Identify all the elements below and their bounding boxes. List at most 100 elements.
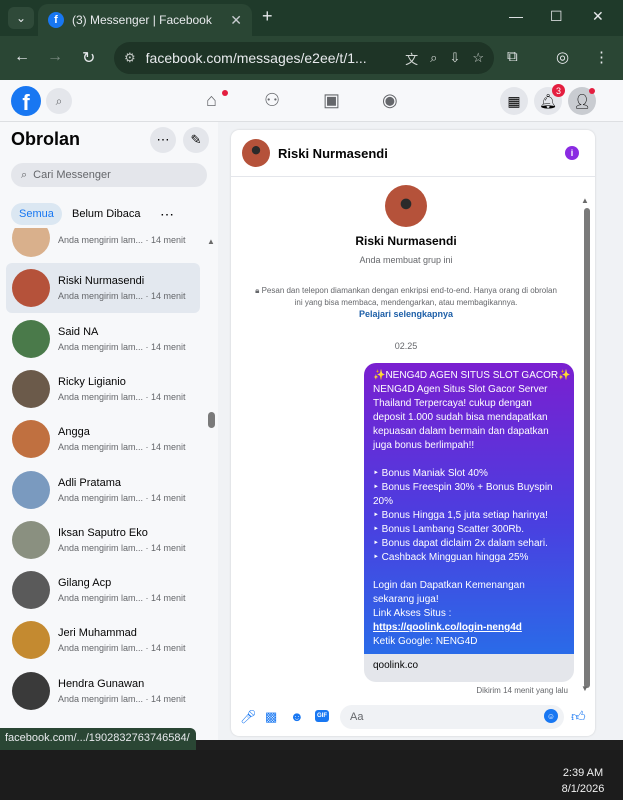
chat-list-item[interactable]: Angga Anda mengirim lam... · 14 menit	[6, 414, 200, 464]
zoom-icon[interactable]: ⌕	[430, 50, 437, 66]
chat-name: Hendra Gunawan	[58, 677, 145, 690]
filter-all[interactable]: Semua	[11, 203, 62, 225]
sticker-icon[interactable]: ☻	[290, 709, 304, 724]
video-icon[interactable]: ▣	[323, 90, 340, 111]
browser-menu-icon[interactable]: ⋮	[594, 48, 609, 66]
filter-unread[interactable]: Belum Dibaca	[64, 203, 148, 225]
message-line: deposit 1.000 sudah bisa mendapatkan	[373, 412, 548, 423]
new-tab-button[interactable]: +	[262, 6, 273, 27]
link-preview[interactable]: qoolink.co	[364, 654, 574, 682]
message-line: kepuasan dalam bermain dan dapatkan	[373, 426, 549, 437]
chat-list-item[interactable]: Gilang Acp Anda mengirim lam... · 14 meni…	[6, 565, 200, 615]
address-bar[interactable]: ⚙ facebook.com/messages/e2ee/t/1... 文 ⌕ …	[114, 42, 494, 74]
message-line: ‣ Bonus Maniak Slot 40%	[373, 468, 488, 479]
chat-list-item[interactable]: Anda mengirim lam... · 14 menit	[6, 228, 200, 263]
like-thumb-icon[interactable]: 👍︎	[571, 708, 586, 725]
chat-preview: Anda mengirim lam... · 14 menit	[58, 341, 186, 352]
gif-icon[interactable]: GIF	[315, 710, 329, 722]
conversation-name[interactable]: Riski Nurmasendi	[278, 146, 388, 161]
reload-icon[interactable]: ↻	[82, 48, 95, 68]
translate-icon[interactable]: 文	[405, 49, 418, 68]
sent-status: Dikirim 14 menit yang lalu	[476, 686, 568, 695]
encryption-notice-text: Pesan dan telepon diamankan dengan enkri…	[261, 286, 557, 307]
message-bubble[interactable]: ✨NENG4D AGEN SITUS SLOT GACOR✨ NENG4D Age…	[364, 363, 574, 654]
chat-list-item[interactable]: Adli Pratama Anda mengirim lam... · 14 me…	[6, 465, 200, 515]
conversation-info-icon[interactable]: i	[565, 146, 579, 160]
learn-more-link[interactable]: Pelajari selengkapnya	[231, 309, 581, 319]
facebook-logo-icon[interactable]: f	[11, 86, 41, 116]
forward-icon[interactable]: →	[47, 48, 63, 66]
message-input-placeholder: Aa	[350, 711, 364, 723]
new-message-icon[interactable]: ✎	[183, 127, 209, 153]
chat-list-item[interactable]: Ricky Ligianio Anda mengirim lam... · 14 …	[6, 364, 200, 414]
message-link[interactable]: https://qoolink.co/login-neng4d	[373, 621, 565, 635]
filter-more-icon[interactable]: ⋯	[152, 203, 182, 225]
bookmark-star-icon[interactable]: ☆	[472, 50, 484, 66]
browser-tab[interactable]: f (3) Messenger | Facebook ✕	[38, 4, 252, 36]
clock-date: 8/1/2026	[561, 783, 605, 795]
friends-icon[interactable]: ⚇	[264, 90, 280, 111]
minimize-icon[interactable]: —	[509, 8, 523, 24]
avatar	[12, 420, 50, 459]
message-line: Thailand Terpercaya! cukup dengan	[373, 398, 532, 409]
back-icon[interactable]: ←	[14, 48, 30, 66]
account-notification-dot	[589, 88, 595, 94]
site-info-icon[interactable]: ⚙	[124, 50, 136, 66]
groups-icon[interactable]: ◉	[382, 90, 398, 111]
url-text: facebook.com/messages/e2ee/t/1...	[145, 50, 367, 66]
header-divider	[231, 176, 595, 177]
chat-preview: Anda mengirim lam... · 14 menit	[58, 693, 186, 704]
conversation-scroll-up-icon[interactable]: ▲	[581, 196, 589, 205]
message-line: juga bonus berlimpah!!	[373, 440, 475, 451]
message-input[interactable]: Aa	[340, 705, 564, 729]
tab-search-button[interactable]: ⌄	[8, 7, 34, 29]
photo-icon[interactable]: ▩	[265, 709, 277, 725]
message-line: ‣ Cashback Mingguan hingga 25%	[373, 552, 529, 563]
more-options-icon[interactable]: ⋯	[150, 127, 176, 153]
messenger-search-input[interactable]: ⌕ Cari Messenger	[11, 163, 207, 187]
chat-preview: Anda mengirim lam... · 14 menit	[58, 442, 186, 453]
chat-name: Said NA	[58, 325, 99, 338]
chat-preview: Anda mengirim lam... · 14 menit	[58, 643, 186, 654]
conversation-scroll-thumb[interactable]	[584, 208, 590, 688]
chats-title: Obrolan	[11, 129, 81, 149]
message-line: ‣ Bonus dapat diclaim 2x dalam sehari.	[373, 538, 548, 549]
chat-name: Jeri Muhammad	[58, 627, 137, 640]
taskbar-clock[interactable]: 2:39 AM 8/1/2026	[548, 765, 618, 797]
maximize-icon[interactable]: ☐	[550, 8, 563, 25]
search-icon: ⌕	[21, 168, 28, 181]
message-line: ‣ Bonus Freespin 30% + Bonus Buyspin	[373, 482, 553, 493]
conversation-scroll-down-icon[interactable]: ▼	[581, 684, 589, 693]
message-line: 20%	[373, 496, 394, 507]
chat-preview: Anda mengirim lam... · 14 menit	[58, 391, 186, 402]
avatar	[12, 470, 50, 509]
avatar	[12, 319, 50, 358]
chat-list-scrollbar[interactable]	[205, 228, 218, 740]
profile-avatar-large[interactable]	[385, 185, 427, 227]
install-app-icon[interactable]: ⇩	[449, 50, 460, 66]
chat-list-item[interactable]: Iksan Saputro Eko Anda mengirim lam... · …	[6, 515, 200, 565]
home-icon[interactable]: ⌂	[206, 90, 217, 111]
chat-preview: Anda mengirim lam... · 14 menit	[58, 542, 186, 553]
chat-preview: Anda mengirim lam... · 14 menit	[58, 593, 186, 604]
chat-name: Riski Nurmasendi	[58, 275, 145, 288]
chat-list-scroll-thumb[interactable]	[208, 412, 215, 428]
extensions-icon[interactable]: ⧉	[507, 48, 518, 65]
close-window-icon[interactable]: ✕	[592, 8, 604, 25]
emoji-icon[interactable]: ☺	[544, 709, 558, 723]
facebook-header	[0, 80, 623, 122]
menu-grid-icon[interactable]: ▦	[500, 87, 528, 115]
conversation-avatar[interactable]	[242, 139, 270, 167]
message-footer: Ketik Google: NENG4D	[373, 636, 478, 647]
facebook-search-icon[interactable]: ⌕	[46, 88, 72, 114]
chat-name: Ricky Ligianio	[58, 375, 126, 388]
scroll-up-icon[interactable]: ▲	[207, 237, 215, 246]
chat-list-item[interactable]: Said NA Anda mengirim lam... · 14 menit	[6, 314, 200, 364]
close-tab-icon[interactable]: ✕	[230, 12, 242, 29]
avatar	[12, 228, 50, 257]
microphone-icon[interactable]: 🎤︎	[240, 709, 257, 725]
chat-list-item[interactable]: Jeri Muhammad Anda mengirim lam... · 14 m…	[6, 615, 200, 665]
chat-list-item[interactable]: Riski Nurmasendi Anda mengirim lam... · 1…	[6, 263, 200, 314]
chat-list-item[interactable]: Hendra Gunawan Anda mengirim lam... · 14 …	[6, 666, 200, 716]
profile-icon[interactable]: ◎	[556, 48, 569, 66]
